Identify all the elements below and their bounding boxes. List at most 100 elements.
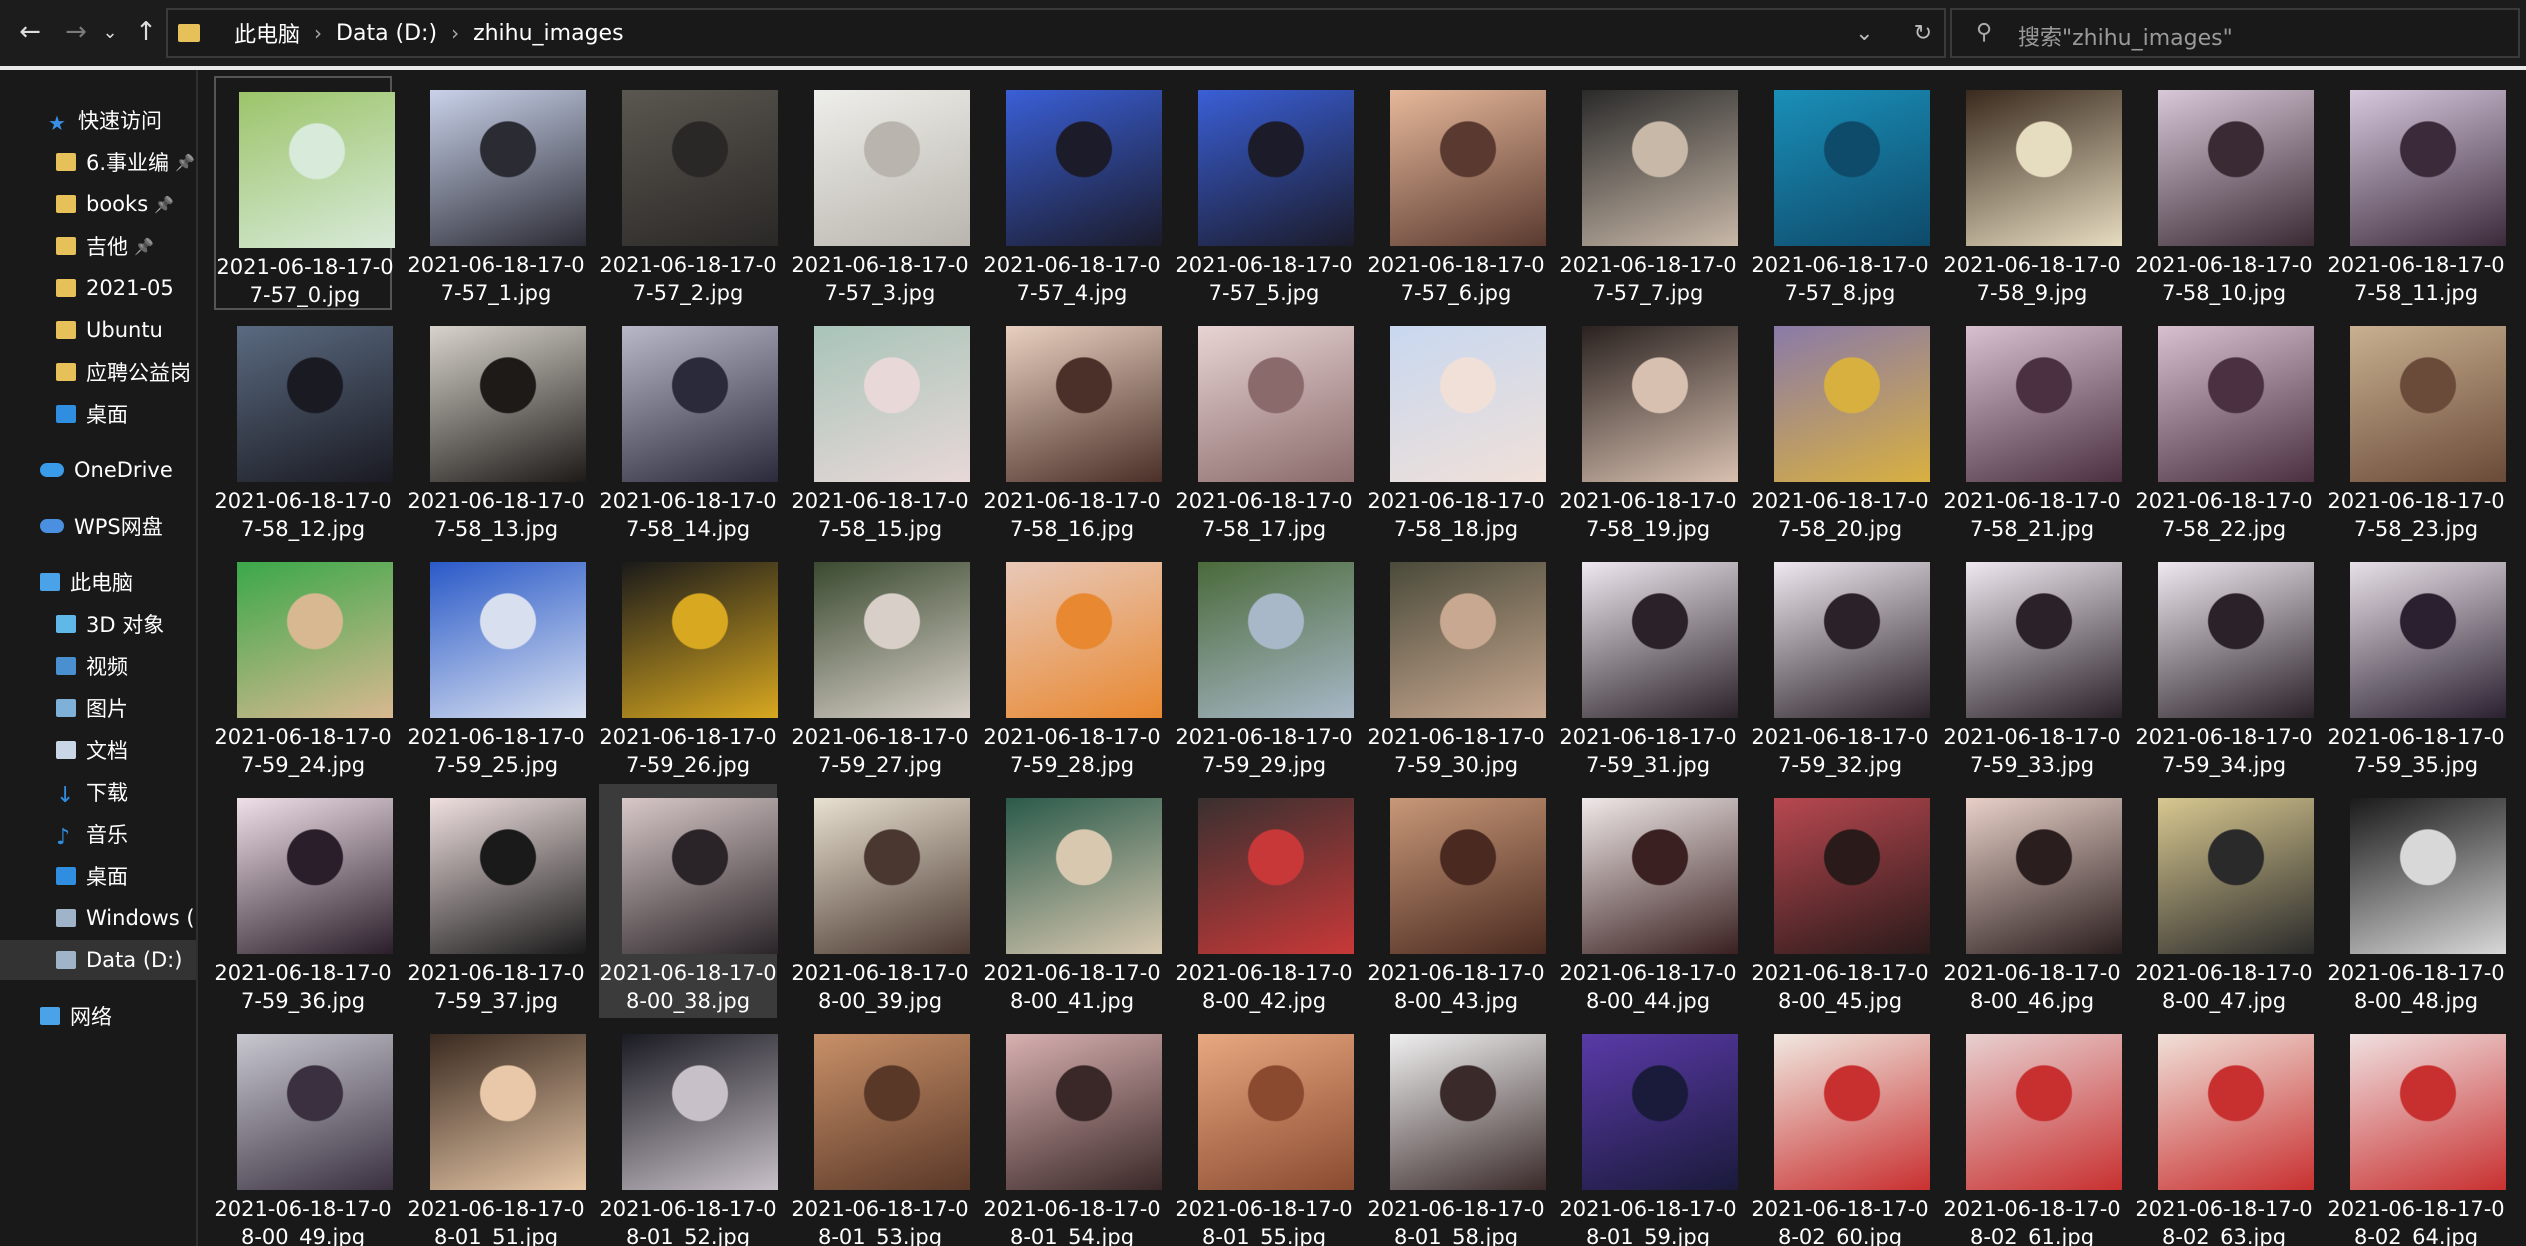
sidebar-item[interactable]: 6.事业编 📌 <box>0 142 196 182</box>
sidebar-item[interactable]: Ubuntu <box>0 310 196 350</box>
file-item[interactable]: 2021-06-18-17-07-58_19.jpg <box>1559 312 1738 546</box>
image-thumbnail[interactable] <box>1774 1034 1930 1190</box>
file-item[interactable]: 2021-06-18-17-07-59_33.jpg <box>1943 548 2122 782</box>
image-thumbnail[interactable] <box>1774 798 1930 954</box>
breadcrumb-this-pc[interactable]: 此电脑 <box>234 17 300 49</box>
image-thumbnail[interactable] <box>622 1034 778 1190</box>
breadcrumb-drive[interactable]: Data (D:) <box>336 21 437 46</box>
file-item[interactable]: 2021-06-18-17-07-58_17.jpg <box>1175 312 1354 546</box>
image-thumbnail[interactable] <box>1966 1034 2122 1190</box>
file-item[interactable]: 2021-06-18-17-07-57_6.jpg <box>1367 76 1546 310</box>
image-thumbnail[interactable] <box>1006 326 1162 482</box>
sidebar-item[interactable]: ↓ 下载 <box>0 772 196 812</box>
image-thumbnail[interactable] <box>1582 562 1738 718</box>
image-thumbnail[interactable] <box>1006 90 1162 246</box>
file-item[interactable]: 2021-06-18-17-07-58_10.jpg <box>2135 76 2314 310</box>
image-thumbnail[interactable] <box>2350 562 2506 718</box>
file-item[interactable]: 2021-06-18-17-08-01_51.jpg <box>407 1020 586 1246</box>
file-item[interactable]: 2021-06-18-17-08-01_53.jpg <box>791 1020 970 1246</box>
file-item[interactable]: 2021-06-18-17-08-02_64.jpg <box>2327 1020 2506 1246</box>
file-item[interactable]: 2021-06-18-17-07-58_11.jpg <box>2327 76 2506 310</box>
arrow-left-icon[interactable]: ← <box>10 12 50 52</box>
image-thumbnail[interactable] <box>2158 562 2314 718</box>
file-item[interactable]: 2021-06-18-17-07-57_8.jpg <box>1751 76 1930 310</box>
file-item[interactable]: 2021-06-18-17-08-00_39.jpg <box>791 784 970 1018</box>
file-item[interactable]: 2021-06-18-17-07-57_0.jpg <box>214 76 395 310</box>
file-item[interactable]: 2021-06-18-17-07-58_12.jpg <box>214 312 393 546</box>
file-item[interactable]: 2021-06-18-17-07-58_13.jpg <box>407 312 586 546</box>
sidebar-item[interactable]: 吉他 📌 <box>0 226 196 266</box>
image-thumbnail[interactable] <box>814 798 970 954</box>
sidebar-item[interactable]: 此电脑 <box>0 562 196 602</box>
file-item[interactable]: 2021-06-18-17-08-00_45.jpg <box>1751 784 1930 1018</box>
file-item[interactable]: 2021-06-18-17-08-00_41.jpg <box>983 784 1162 1018</box>
image-thumbnail[interactable] <box>1390 326 1546 482</box>
image-thumbnail[interactable] <box>814 90 970 246</box>
image-thumbnail[interactable] <box>1006 798 1162 954</box>
file-item[interactable]: 2021-06-18-17-08-02_63.jpg <box>2135 1020 2314 1246</box>
sidebar-item[interactable]: 视频 <box>0 646 196 686</box>
sidebar-item[interactable]: WPS网盘 <box>0 506 196 546</box>
file-item[interactable]: 2021-06-18-17-07-59_24.jpg <box>214 548 393 782</box>
file-item[interactable]: 2021-06-18-17-07-58_16.jpg <box>983 312 1162 546</box>
file-item[interactable]: 2021-06-18-17-08-00_44.jpg <box>1559 784 1738 1018</box>
sidebar-item[interactable]: Data (D:) <box>0 940 196 980</box>
image-thumbnail[interactable] <box>1774 90 1930 246</box>
file-item[interactable]: 2021-06-18-17-07-58_21.jpg <box>1943 312 2122 546</box>
image-thumbnail[interactable] <box>814 562 970 718</box>
image-thumbnail[interactable] <box>1006 1034 1162 1190</box>
chevron-down-icon[interactable]: ⌄ <box>1855 21 1873 46</box>
sidebar-item[interactable]: 桌面 <box>0 856 196 896</box>
image-thumbnail[interactable] <box>430 562 586 718</box>
sidebar-item[interactable]: OneDrive <box>0 450 196 490</box>
image-thumbnail[interactable] <box>1390 1034 1546 1190</box>
sidebar-item[interactable]: ★ 快速访问 <box>0 100 196 140</box>
image-thumbnail[interactable] <box>2350 326 2506 482</box>
image-thumbnail[interactable] <box>239 92 395 248</box>
image-thumbnail[interactable] <box>1582 326 1738 482</box>
file-item[interactable]: 2021-06-18-17-08-01_58.jpg <box>1367 1020 1546 1246</box>
file-item[interactable]: 2021-06-18-17-07-59_37.jpg <box>407 784 586 1018</box>
image-thumbnail[interactable] <box>2158 90 2314 246</box>
image-thumbnail[interactable] <box>1390 562 1546 718</box>
chevron-right-icon[interactable]: › <box>451 21 459 45</box>
image-thumbnail[interactable] <box>2350 798 2506 954</box>
image-thumbnail[interactable] <box>1198 1034 1354 1190</box>
chevron-right-icon[interactable]: › <box>314 21 322 45</box>
image-thumbnail[interactable] <box>430 90 586 246</box>
file-item[interactable]: 2021-06-18-17-07-58_20.jpg <box>1751 312 1930 546</box>
file-item[interactable]: 2021-06-18-17-08-02_60.jpg <box>1751 1020 1930 1246</box>
file-item[interactable]: 2021-06-18-17-07-57_7.jpg <box>1559 76 1738 310</box>
image-thumbnail[interactable] <box>1390 798 1546 954</box>
file-item[interactable]: 2021-06-18-17-07-58_14.jpg <box>599 312 778 546</box>
image-thumbnail[interactable] <box>237 798 393 954</box>
image-thumbnail[interactable] <box>1966 798 2122 954</box>
file-item[interactable]: 2021-06-18-17-08-00_48.jpg <box>2327 784 2506 1018</box>
file-item[interactable]: 2021-06-18-17-08-00_38.jpg <box>599 784 778 1018</box>
image-thumbnail[interactable] <box>2158 1034 2314 1190</box>
file-item[interactable]: 2021-06-18-17-07-57_4.jpg <box>983 76 1162 310</box>
image-thumbnail[interactable] <box>814 1034 970 1190</box>
image-thumbnail[interactable] <box>1582 90 1738 246</box>
file-item[interactable]: 2021-06-18-17-07-58_15.jpg <box>791 312 970 546</box>
image-thumbnail[interactable] <box>1006 562 1162 718</box>
image-thumbnail[interactable] <box>430 798 586 954</box>
image-thumbnail[interactable] <box>430 1034 586 1190</box>
image-thumbnail[interactable] <box>1390 90 1546 246</box>
image-thumbnail[interactable] <box>1966 326 2122 482</box>
image-thumbnail[interactable] <box>622 90 778 246</box>
breadcrumb-folder[interactable]: zhihu_images <box>473 21 623 46</box>
file-item[interactable]: 2021-06-18-17-07-59_28.jpg <box>983 548 1162 782</box>
file-item[interactable]: 2021-06-18-17-08-00_46.jpg <box>1943 784 2122 1018</box>
image-thumbnail[interactable] <box>814 326 970 482</box>
file-item[interactable]: 2021-06-18-17-07-59_31.jpg <box>1559 548 1738 782</box>
image-thumbnail[interactable] <box>237 1034 393 1190</box>
file-item[interactable]: 2021-06-18-17-08-00_42.jpg <box>1175 784 1354 1018</box>
image-thumbnail[interactable] <box>1198 562 1354 718</box>
sidebar-item[interactable]: 桌面 <box>0 394 196 434</box>
image-thumbnail[interactable] <box>1966 562 2122 718</box>
sidebar-item[interactable]: 图片 <box>0 688 196 728</box>
image-thumbnail[interactable] <box>430 326 586 482</box>
image-thumbnail[interactable] <box>1774 562 1930 718</box>
image-thumbnail[interactable] <box>237 326 393 482</box>
